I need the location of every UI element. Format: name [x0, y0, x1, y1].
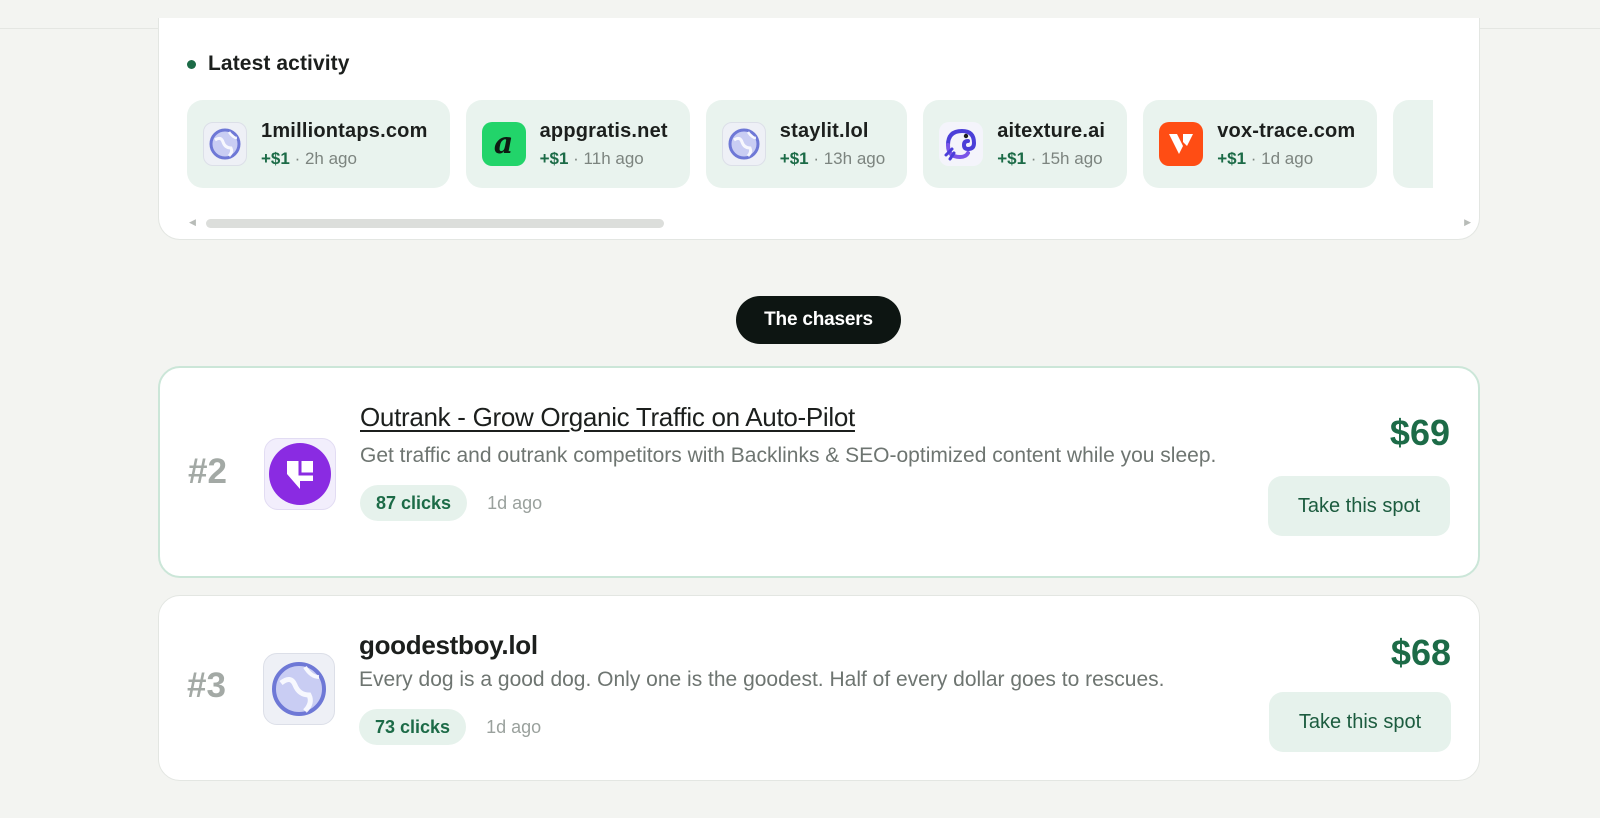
- rank-description: Every dog is a good dog. Only one is the…: [359, 668, 1165, 691]
- rank-footer: 73 clicks 1d ago: [359, 709, 1219, 745]
- activity-item-amount: +$1: [261, 148, 290, 168]
- activity-item-time: · 15h ago: [1030, 148, 1103, 168]
- activity-item-partial[interactable]: [1393, 100, 1434, 188]
- rank-number: #2: [188, 452, 227, 491]
- activity-item[interactable]: aitexture.ai +$1 · 15h ago: [923, 100, 1128, 188]
- activity-item-amount: +$1: [997, 148, 1027, 168]
- activity-item-meta: +$1 · 13h ago: [780, 149, 885, 169]
- activity-item-name: appgratis.net: [539, 119, 668, 142]
- section-heading-pill: The chasers: [736, 296, 901, 344]
- rank-title: goodestboy.lol: [359, 630, 538, 660]
- outrank-logo-icon: [264, 438, 336, 510]
- globe-icon: [203, 122, 247, 166]
- chameleon-logo-icon: [939, 122, 984, 166]
- activity-item-time: · 1d ago: [1250, 148, 1314, 168]
- rank-time-ago: 1d ago: [486, 716, 542, 737]
- activity-item-amount: +$1: [1217, 148, 1247, 168]
- horizontal-scrollbar[interactable]: [206, 219, 664, 228]
- activity-item[interactable]: staylit.lol +$1 · 13h ago: [705, 100, 908, 188]
- rank-card[interactable]: #3 goodestboy.lol Every dog is a good do…: [158, 595, 1480, 781]
- activity-item-meta: +$1 · 11h ago: [540, 149, 668, 169]
- activity-item[interactable]: 1milliontaps.com +$1 · 2h ago: [187, 100, 450, 188]
- activity-item-name: staylit.lol: [779, 119, 869, 142]
- rank-price: $68: [1390, 632, 1451, 673]
- take-this-spot-button[interactable]: Take this spot: [1269, 692, 1451, 752]
- activity-item-time: · 13h ago: [813, 148, 886, 168]
- activity-item-name: 1milliontaps.com: [261, 119, 428, 142]
- activity-item[interactable]: vox-trace.com +$1 · 1d ago: [1143, 100, 1378, 188]
- activity-item-meta: +$1 · 2h ago: [261, 149, 428, 169]
- activity-item-amount: +$1: [539, 148, 569, 168]
- activity-item-name: aitexture.ai: [997, 119, 1106, 142]
- latest-activity-card: Latest activity 1milliontaps.com +$1 · 2…: [158, 18, 1480, 240]
- rank-body: Outrank - Grow Organic Traffic on Auto-P…: [360, 402, 1220, 521]
- rank-price: $69: [1389, 412, 1450, 453]
- appgratis-logo-icon: a: [481, 122, 526, 166]
- rank-body: goodestboy.lol Every dog is a good dog. …: [359, 630, 1219, 745]
- globe-icon: [263, 653, 335, 725]
- globe-icon: [721, 122, 766, 166]
- rank-description: Get traffic and outrank competitors with…: [360, 444, 1217, 467]
- rank-number: #3: [187, 666, 226, 705]
- activity-item-meta: +$1 · 1d ago: [1217, 149, 1355, 169]
- activity-item-time: · 11h ago: [573, 148, 644, 168]
- rank-footer: 87 clicks 1d ago: [360, 485, 1220, 521]
- take-this-spot-button[interactable]: Take this spot: [1268, 476, 1450, 536]
- live-dot-icon: [187, 59, 196, 69]
- appgratis-logo-letter: a: [493, 126, 514, 161]
- scroll-left-arrow-icon[interactable]: ◀: [189, 217, 196, 228]
- vox-logo-icon: [1159, 122, 1204, 166]
- activity-title: Latest activity: [208, 52, 350, 75]
- clicks-badge: 73 clicks: [359, 709, 467, 745]
- activity-item-meta: +$1 · 15h ago: [997, 149, 1105, 169]
- scroll-right-arrow-icon[interactable]: ▶: [1464, 217, 1471, 228]
- rank-time-ago: 1d ago: [487, 492, 543, 513]
- clicks-badge: 87 clicks: [360, 485, 468, 521]
- rank-card[interactable]: #2 Outrank - Grow Organic Traffic on Aut…: [158, 366, 1480, 578]
- activity-item[interactable]: a appgratis.net +$1 · 11h ago: [465, 100, 690, 188]
- activity-item-time: · 2h ago: [294, 148, 357, 168]
- activity-item-name: vox-trace.com: [1217, 119, 1356, 142]
- activity-item-amount: +$1: [779, 148, 809, 168]
- activity-list[interactable]: 1milliontaps.com +$1 · 2h ago a appgrati…: [187, 100, 1434, 188]
- rank-title-link[interactable]: Outrank - Grow Organic Traffic on Auto-P…: [360, 402, 1220, 433]
- activity-header: Latest activity: [187, 52, 350, 76]
